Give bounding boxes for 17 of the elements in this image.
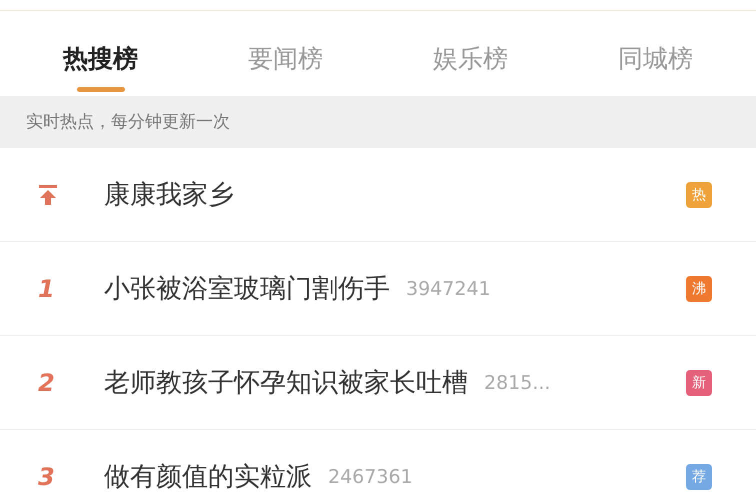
topic-tag: 热 [686,182,712,208]
topic-link[interactable]: 小张被浴室玻璃门割伤手 [104,271,390,306]
notice-banner: 实时热点，每分钟更新一次 [0,96,756,148]
topic-link[interactable]: 做有颜值的实粒派 [104,459,312,494]
tab[interactable]: 热搜榜 [8,11,193,96]
topic-link[interactable]: 康康我家乡 [104,177,234,212]
topic-tag: 新 [686,370,712,396]
pin-top-icon [38,184,58,206]
topic-tag: 沸 [686,276,712,302]
topic-tag: 荐 [686,464,712,490]
search-count: 2815... [484,372,550,394]
rank-number: 1 [38,274,55,302]
rank-number: 2 [38,368,55,396]
rank-number: 3 [38,462,55,490]
search-count: 3947241 [406,278,491,300]
topic-link[interactable]: 老师教孩子怀孕知识被家长吐槽 [104,365,468,400]
search-count: 2467361 [328,466,413,488]
